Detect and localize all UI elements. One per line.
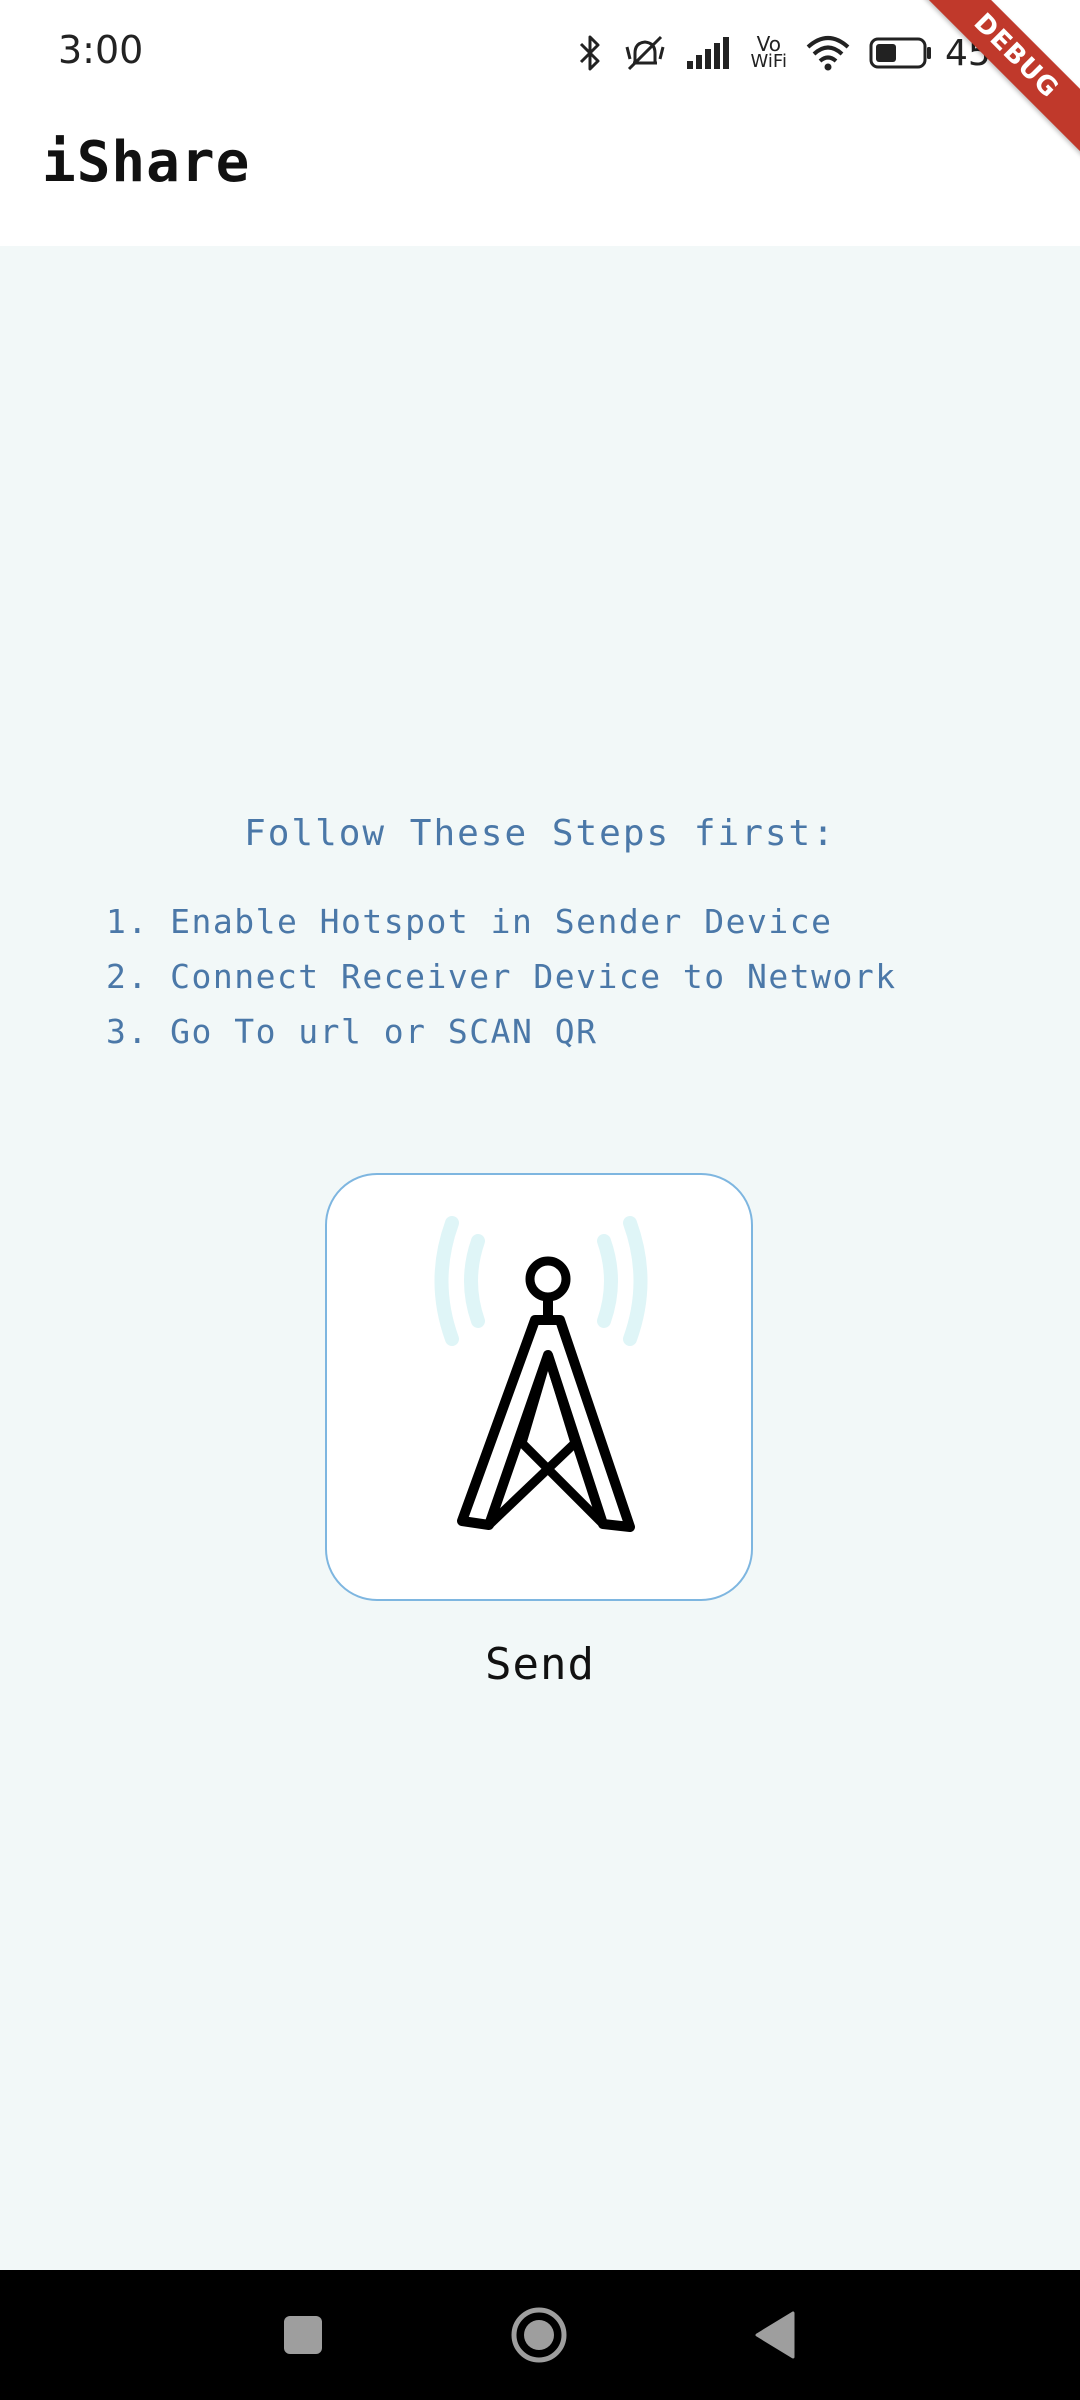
wifi-icon [805,35,851,71]
vibrate-off-icon [623,33,667,73]
back-triangle-icon [755,2311,795,2359]
home-button[interactable] [479,2270,599,2400]
steps-heading: Follow These Steps first: [244,813,836,854]
step-item: 3. Go To url or SCAN QR [106,1012,598,1051]
app-bar: iShare [0,110,1080,246]
vowifi-bottom-text: WiFi [750,51,787,72]
antenna-tower-icon [434,1216,648,1532]
vowifi-icon: Vo WiFi [750,34,787,72]
battery-icon [869,36,933,70]
send-label: Send [485,1639,595,1690]
status-time: 3:00 [58,28,144,72]
recents-button[interactable] [243,2270,363,2400]
bluetooth-icon [575,33,605,73]
step-item: 1. Enable Hotspot in Sender Device [106,902,833,941]
status-icons: Vo WiFi 45% [575,28,1025,78]
steps-list: 1. Enable Hotspot in Sender Device 2. Co… [106,894,897,1059]
system-nav-bar [0,2270,1080,2400]
send-button[interactable] [325,1173,753,1601]
status-bar: 3:00 Vo WiFi [0,0,1080,110]
main-content: Follow These Steps first: 1. Enable Hots… [0,246,1080,2270]
recents-square-icon [284,2316,322,2354]
back-button[interactable] [715,2270,835,2400]
home-circle-icon [511,2307,567,2363]
step-item: 2. Connect Receiver Device to Network [106,957,897,996]
app-title: iShare [42,130,251,195]
cellular-signal-icon [685,35,733,71]
